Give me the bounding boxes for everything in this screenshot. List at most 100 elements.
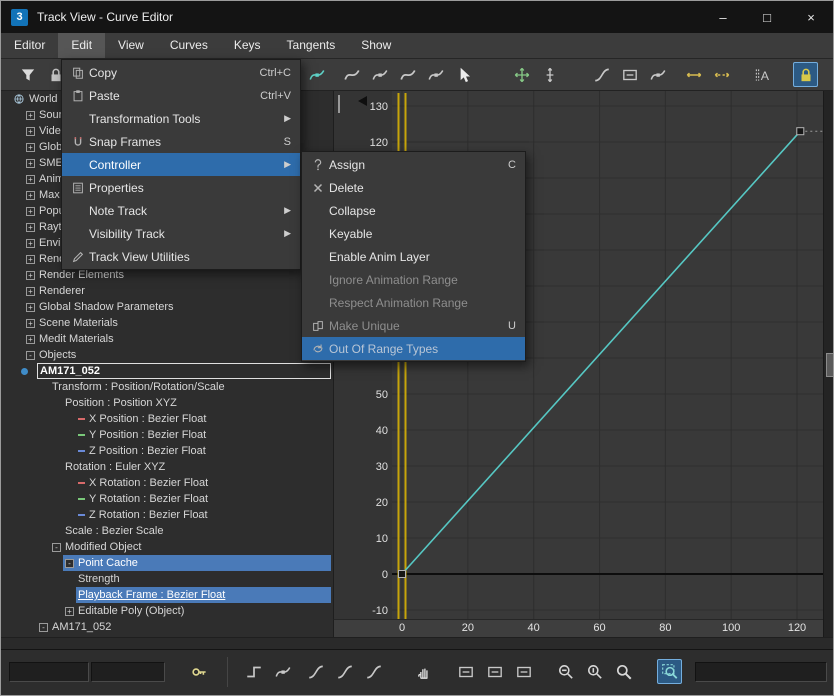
draw-curves-button[interactable] <box>339 62 364 87</box>
expand-box-icon[interactable]: + <box>26 271 35 280</box>
vertical-scrollbar[interactable] <box>823 91 834 637</box>
tree-item-strength-30[interactable]: Strength <box>1 571 333 587</box>
pan-tool-button[interactable] <box>411 659 436 684</box>
zoom-values-button[interactable] <box>582 659 607 684</box>
tree-item-playback-frame-bezier-float-31[interactable]: Playback Frame : Bezier Float <box>1 587 333 603</box>
menu-item-enable-anim-layer[interactable]: Enable Anim Layer <box>302 245 525 268</box>
expand-box-icon[interactable]: + <box>26 223 35 232</box>
retime-range-button[interactable] <box>709 62 734 87</box>
menu-item-controller[interactable]: Controller▶ <box>62 153 300 176</box>
move-keys-curve-button[interactable] <box>395 62 420 87</box>
expand-box-icon[interactable]: + <box>26 191 35 200</box>
tree-item-am171-052-33[interactable]: -AM171_052 <box>1 619 333 635</box>
region-keys-tool-button[interactable] <box>617 62 642 87</box>
tree-item-point-cache-29[interactable]: -Point Cache <box>1 555 333 571</box>
expand-box-icon[interactable]: + <box>26 319 35 328</box>
tangent-smooth-button[interactable] <box>361 659 386 684</box>
add-keys-button[interactable] <box>367 62 392 87</box>
tree-item-z-rotation-bezier-float-26[interactable]: Z Rotation : Bezier Float <box>1 507 333 523</box>
menubar-item-curves[interactable]: Curves <box>157 33 221 58</box>
key-stats-button[interactable]: A <box>749 62 774 87</box>
menu-item-copy[interactable]: CopyCtrl+C <box>62 61 300 84</box>
collapse-box-icon[interactable]: - <box>26 351 35 360</box>
vertical-scrollbar-thumb[interactable] <box>826 353 834 377</box>
filter-tracks-button[interactable] <box>15 62 40 87</box>
tangent-slow-button[interactable] <box>332 659 357 684</box>
tree-item-position-position-xyz-19[interactable]: Position : Position XYZ <box>1 395 333 411</box>
tree-item-x-rotation-bezier-float-24[interactable]: X Rotation : Bezier Float <box>1 475 333 491</box>
menu-item-respect-animation-range[interactable]: Respect Animation Range <box>302 291 525 314</box>
tree-item-rotation-euler-xyz-23[interactable]: Rotation : Euler XYZ <box>1 459 333 475</box>
retime-tool-button[interactable] <box>681 62 706 87</box>
tree-item-scene-materials-14[interactable]: +Scene Materials <box>1 315 333 331</box>
frame-value-extents-button[interactable] <box>482 659 507 684</box>
tree-item-editable-poly-object-32[interactable]: +Editable Poly (Object) <box>1 603 333 619</box>
close-button[interactable]: × <box>789 1 833 33</box>
menu-item-collapse[interactable]: Collapse <box>302 199 525 222</box>
key-time-field[interactable] <box>9 662 89 682</box>
auto-tangents-button[interactable] <box>270 659 295 684</box>
menubar-item-show[interactable]: Show <box>348 33 404 58</box>
move-keys-button[interactable] <box>509 62 534 87</box>
expand-box-icon[interactable]: + <box>65 607 74 616</box>
menu-item-delete[interactable]: Delete <box>302 176 525 199</box>
tree-item-scale-bezier-scale-27[interactable]: Scale : Bezier Scale <box>1 523 333 539</box>
expand-box-icon[interactable]: + <box>26 159 35 168</box>
menubar-item-edit[interactable]: Edit <box>58 33 105 58</box>
tree-item-y-position-bezier-float-21[interactable]: Y Position : Bezier Float <box>1 427 333 443</box>
zoom-tool-button[interactable] <box>611 659 636 684</box>
menu-item-transformation-tools[interactable]: Transformation Tools▶ <box>62 107 300 130</box>
collapse-box-icon[interactable]: - <box>65 559 74 568</box>
maximize-button[interactable]: □ <box>745 1 789 33</box>
lock-tangents-button[interactable] <box>241 659 266 684</box>
tree-item-objects-16[interactable]: -Objects <box>1 347 333 363</box>
tree-item-renderer-12[interactable]: +Renderer <box>1 283 333 299</box>
menu-item-ignore-animation-range[interactable]: Ignore Animation Range <box>302 268 525 291</box>
ease-curve-button[interactable] <box>589 62 614 87</box>
menu-item-note-track[interactable]: Note Track▶ <box>62 199 300 222</box>
menu-item-track-view-utilities[interactable]: Track View Utilities <box>62 245 300 268</box>
menu-item-keyable[interactable]: Keyable <box>302 222 525 245</box>
tree-item-am171-052-17[interactable]: AM171_052 <box>1 363 333 379</box>
menu-item-properties[interactable]: Properties <box>62 176 300 199</box>
menu-item-paste[interactable]: PasteCtrl+V <box>62 84 300 107</box>
tree-item-modified-object-28[interactable]: -Modified Object <box>1 539 333 555</box>
tangent-ease-button[interactable] <box>303 659 328 684</box>
frame-horizontal-extents-button[interactable] <box>453 659 478 684</box>
time-ruler[interactable]: 020406080100120 <box>333 619 823 637</box>
menu-item-visibility-track[interactable]: Visibility Track▶ <box>62 222 300 245</box>
zoom-region-tool-button[interactable] <box>657 659 682 684</box>
tree-item-medit-materials-15[interactable]: +Medit Materials <box>1 331 333 347</box>
menubar-item-keys[interactable]: Keys <box>221 33 274 58</box>
minimize-button[interactable]: – <box>701 1 745 33</box>
key-value-field[interactable] <box>91 662 165 682</box>
scale-keys-button[interactable] <box>645 62 670 87</box>
expand-box-icon[interactable]: + <box>26 303 35 312</box>
show-keys-button[interactable] <box>187 659 212 684</box>
tree-item-global-shadow-parameters-13[interactable]: +Global Shadow Parameters <box>1 299 333 315</box>
tree-item-z-position-bezier-float-22[interactable]: Z Position : Bezier Float <box>1 443 333 459</box>
tree-item-x-position-bezier-float-20[interactable]: X Position : Bezier Float <box>1 411 333 427</box>
collapse-box-icon[interactable]: - <box>52 543 61 552</box>
expand-box-icon[interactable]: + <box>26 239 35 248</box>
zoom-time-button[interactable] <box>553 659 578 684</box>
lock-tangents-toggle-button[interactable] <box>793 62 818 87</box>
expand-box-icon[interactable]: + <box>26 111 35 120</box>
edit-keys-mode-button[interactable] <box>304 62 329 87</box>
tree-item-y-rotation-bezier-float-25[interactable]: Y Rotation : Bezier Float <box>1 491 333 507</box>
expand-box-icon[interactable]: + <box>26 143 35 152</box>
collapse-box-icon[interactable]: - <box>39 623 48 632</box>
expand-box-icon[interactable]: + <box>26 127 35 136</box>
expand-box-icon[interactable]: + <box>26 335 35 344</box>
isolate-curve-button[interactable] <box>511 659 536 684</box>
track-info-field[interactable] <box>695 662 827 682</box>
expand-box-icon[interactable]: + <box>26 255 35 264</box>
move-keys-vertical-button[interactable] <box>537 62 562 87</box>
expand-box-icon[interactable]: + <box>26 175 35 184</box>
expand-box-icon[interactable]: + <box>26 207 35 216</box>
menubar-item-view[interactable]: View <box>105 33 157 58</box>
tree-item-transform-position-rotation-scale-18[interactable]: Transform : Position/Rotation/Scale <box>1 379 333 395</box>
menu-item-snap-frames[interactable]: Snap FramesS <box>62 130 300 153</box>
menubar-item-editor[interactable]: Editor <box>1 33 58 58</box>
select-tool-button[interactable] <box>451 62 476 87</box>
